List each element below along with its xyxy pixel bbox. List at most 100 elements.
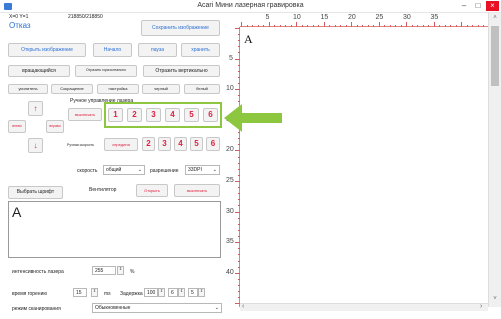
arrow-down-button[interactable]: ↓ (28, 138, 43, 153)
enhance-button[interactable]: усилитель (8, 84, 48, 94)
intensity-input[interactable]: 255 (92, 266, 116, 275)
scroll-left-icon[interactable]: ‹ (242, 303, 244, 310)
black-button[interactable]: черный (142, 84, 180, 94)
ruler-tick (461, 22, 462, 27)
settings-button[interactable]: настройка (97, 84, 139, 94)
speed-4-button[interactable]: 4 (174, 137, 187, 151)
ruler-tick (312, 25, 314, 27)
select-font-button[interactable]: Выбрать шрифт (8, 186, 63, 199)
delay-input-1[interactable]: 100 (144, 288, 158, 297)
ruler-tick (238, 70, 240, 72)
power-1-button[interactable]: 1 (108, 108, 123, 122)
rotate-button[interactable]: вращающийся (8, 65, 70, 77)
save-image-button[interactable]: Сохранить изображение (141, 20, 220, 36)
ruler-tick (238, 199, 240, 201)
window-title: Acari Мини лазерная гравировка (197, 2, 304, 9)
ruler-tick (323, 22, 325, 27)
pause-button[interactable]: пауза (138, 43, 177, 57)
intensity-label: интенсивность лазера (12, 269, 64, 275)
burn-time-unit: ms (104, 291, 111, 297)
ruler-tick (279, 25, 281, 27)
fan-label: Вентилятор (89, 187, 117, 193)
ruler-tick (340, 25, 341, 27)
power-3-button[interactable]: 3 (146, 108, 161, 122)
move-left-button[interactable]: влево (8, 120, 26, 133)
engraving-canvas[interactable]: A (241, 28, 488, 306)
delay-spinner-2[interactable]: ⇕ (178, 288, 185, 297)
minimize-button[interactable]: – (458, 1, 470, 11)
resolution-select[interactable]: 33DPI ⌄ (185, 165, 220, 175)
ruler-tick (235, 242, 240, 244)
burn-time-input[interactable]: 15 (73, 288, 87, 297)
ruler-tick (238, 278, 240, 280)
intensity-unit: % (130, 269, 135, 275)
top-ruler-number: 30 (403, 14, 411, 21)
maximize-button[interactable]: □ (472, 1, 484, 11)
horizontal-scrollbar[interactable]: ‹ › (240, 303, 488, 311)
speed-5-button[interactable]: 5 (190, 137, 203, 151)
ruler-tick (238, 174, 240, 176)
left-ruler-number: 5 (229, 54, 233, 62)
power-5-button[interactable]: 5 (184, 108, 199, 122)
cancel-link[interactable]: Отказ (9, 21, 31, 30)
intensity-spinner[interactable]: ⇕ (117, 266, 124, 275)
ruler-tick (235, 272, 240, 274)
ruler-tick (389, 25, 391, 27)
scan-mode-value: Обыкновенные (95, 305, 131, 311)
ruler-tick (235, 28, 240, 29)
text-input-area[interactable]: A (8, 201, 221, 258)
vertical-scrollbar[interactable]: ˄ ˅ (488, 13, 501, 307)
speed-2-button[interactable]: 2 (142, 137, 155, 151)
flip-horizontal-button[interactable]: Отразить горизонтально (75, 65, 137, 77)
ruler-tick (362, 25, 363, 27)
ruler-tick (477, 25, 479, 27)
ruler-tick (238, 205, 240, 207)
speed-3-button[interactable]: 3 (158, 137, 171, 151)
ruler-tick (329, 25, 330, 27)
ruler-tick (238, 248, 240, 250)
laser-off-button[interactable]: выключать (68, 108, 102, 121)
chevron-down-icon: ⌄ (137, 167, 142, 173)
ruler-tick (238, 156, 240, 158)
ruler-tick (422, 25, 424, 27)
left-ruler (228, 27, 240, 307)
shrink-button[interactable]: Сокращение (51, 84, 93, 94)
start-button[interactable]: Начало (93, 43, 132, 57)
scan-mode-select[interactable]: Обыкновенные ⌄ (92, 303, 222, 313)
speed-value: общий (106, 167, 122, 173)
flip-vertical-button[interactable]: Отразить вертикально (143, 65, 220, 77)
vertical-scroll-thumb[interactable] (491, 26, 499, 86)
ruler-tick (238, 138, 240, 140)
open-image-button[interactable]: Открыть изображение (8, 43, 86, 57)
close-button[interactable]: × (486, 1, 499, 11)
speed-select[interactable]: общий ⌄ (103, 165, 145, 175)
scroll-right-icon[interactable]: › (480, 303, 482, 310)
ruler-tick (301, 25, 303, 27)
ruler-tick (444, 25, 446, 27)
white-button[interactable]: белый (184, 84, 220, 94)
delay-input-2[interactable]: 6 (168, 288, 178, 297)
chevron-down-icon: ⌄ (214, 305, 219, 311)
burn-time-spinner[interactable]: ⇕ (91, 288, 98, 297)
ruler-tick (238, 297, 240, 299)
ruler-tick (439, 25, 440, 27)
delay-input-3[interactable]: 5 (188, 288, 198, 297)
scan-mode-label: режим сканирования (12, 306, 61, 312)
arrow-up-button[interactable]: ↑ (28, 101, 43, 116)
speed-6-button[interactable]: 6 (206, 137, 220, 151)
fan-open-button[interactable]: Открыть (136, 184, 168, 197)
scroll-up-icon[interactable]: ˄ (491, 15, 499, 21)
fan-off-button[interactable]: выключать (174, 184, 220, 197)
power-4-button[interactable]: 4 (165, 108, 180, 122)
move-right-button[interactable]: вправо (46, 120, 64, 133)
power-2-button[interactable]: 2 (127, 108, 142, 122)
middle-button[interactable]: середина (104, 138, 138, 151)
burn-time-label: время горению (12, 291, 48, 297)
delay-spinner-3[interactable]: ⇕ (198, 288, 205, 297)
delay-spinner-1[interactable]: ⇕ (158, 288, 165, 297)
stop-button[interactable]: хранить (181, 43, 220, 57)
ruler-tick (238, 40, 240, 42)
scroll-down-icon[interactable]: ˅ (491, 296, 499, 302)
ruler-tick (411, 25, 413, 27)
power-6-button[interactable]: 6 (203, 108, 218, 122)
